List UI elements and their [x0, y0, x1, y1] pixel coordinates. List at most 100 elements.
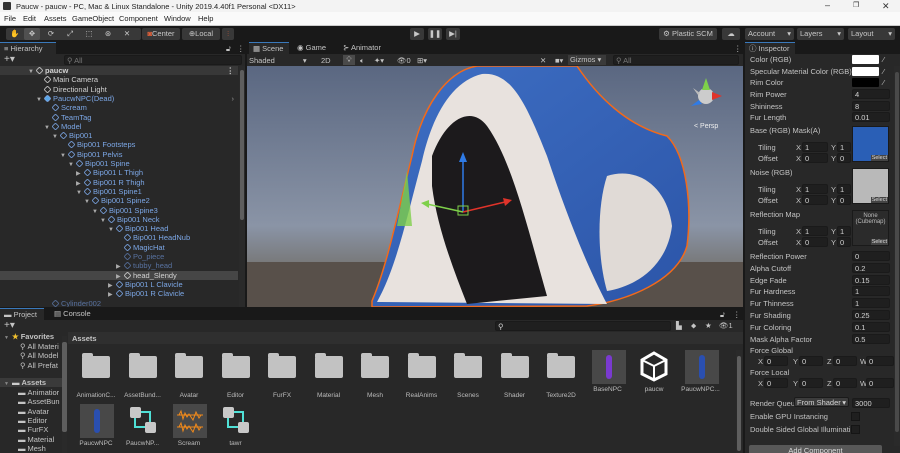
force-local-y-field[interactable]: 0 — [799, 378, 823, 388]
asset-grid-scrollbar[interactable] — [736, 350, 742, 453]
asset-item[interactable]: Scenes — [445, 350, 491, 399]
asset-item[interactable]: Mesh — [352, 350, 398, 399]
hierarchy-item[interactable]: ▼ PaucwNPC(Dead) › — [0, 94, 238, 103]
favorite-item[interactable]: ⚲ All Prefat — [0, 361, 62, 370]
hand-tool-icon[interactable]: ✋ — [8, 28, 22, 40]
value-field[interactable]: 0.01 — [852, 112, 890, 123]
play-button[interactable]: ▶ — [410, 28, 424, 40]
force-local-z-field[interactable]: 0 — [833, 378, 857, 388]
asset-folder-item[interactable]: ▬ Editor — [0, 416, 62, 425]
hierarchy-item[interactable]: ▶ tubby_head — [0, 261, 238, 270]
base-texture-thumbnail[interactable]: Select — [852, 126, 889, 162]
offset-x-field[interactable]: 0 — [802, 153, 828, 163]
tiling-y-field[interactable]: 1 — [837, 142, 851, 152]
create-button[interactable]: +▾ — [4, 54, 15, 65]
tiling-y-field[interactable]: 1 — [837, 184, 851, 194]
hierarchy-item[interactable]: Main Camera — [0, 75, 238, 84]
offset-x-field[interactable]: 0 — [802, 237, 828, 247]
favorite-item[interactable]: ⚲ All Materi — [0, 342, 62, 351]
effects-toggle-icon[interactable]: ✦▾ — [374, 56, 384, 65]
asset-folder-item[interactable]: ▬ Avatar — [0, 407, 62, 416]
asset-item[interactable]: PaucwNPC — [73, 404, 119, 447]
value-field[interactable]: 0.15 — [852, 274, 890, 285]
hidden-packages-toggle[interactable]: 👁︎1 — [719, 321, 733, 330]
offset-y-field[interactable]: 0 — [837, 153, 851, 163]
step-button[interactable]: ▶| — [446, 28, 460, 40]
force-local-w-field[interactable]: 0 — [866, 378, 894, 388]
favorite-star-icon[interactable]: ★ — [705, 321, 712, 330]
layout-dropdown[interactable]: Layout ▾ — [848, 28, 895, 40]
hierarchy-item[interactable]: ▶ Bip001 R Thigh — [0, 178, 238, 187]
scene-viewport[interactable]: < Persp — [247, 66, 743, 307]
value-field[interactable]: 4 — [852, 89, 890, 99]
double-sided-gi-checkbox[interactable] — [851, 425, 860, 434]
assets-root[interactable]: ▼ ▬ Assets — [0, 378, 62, 387]
hierarchy-item[interactable]: ▼ Bip001 Spine — [0, 159, 238, 168]
custom-tool-icon[interactable]: ✕ — [120, 28, 134, 40]
hierarchy-item[interactable]: ▼ Bip001 Spine2 — [0, 196, 238, 205]
pause-button[interactable]: ❚❚ — [428, 28, 442, 40]
menu-window[interactable]: Window — [164, 14, 191, 23]
asset-item[interactable]: Scream — [166, 404, 212, 447]
tab-hierarchy[interactable]: ≡ Hierarchy — [0, 42, 56, 54]
asset-item[interactable]: AnimationC... — [73, 350, 119, 399]
asset-item[interactable]: Material — [306, 350, 352, 399]
add-component-button[interactable]: Add Component — [749, 445, 882, 453]
asset-item[interactable]: paucw — [631, 350, 677, 393]
asset-item[interactable]: Editor — [213, 350, 259, 399]
lock-icon[interactable]: 🔓︎ — [226, 44, 231, 54]
asset-folder-item[interactable]: ▬ Material — [0, 435, 62, 444]
hierarchy-item[interactable]: Scream — [0, 103, 238, 112]
open-prefab-chevron-icon[interactable]: › — [232, 94, 235, 103]
hierarchy-item[interactable]: ▶ head_Slendy — [0, 270, 238, 280]
asset-item[interactable]: RealAnims — [399, 350, 445, 399]
select-button[interactable]: Select — [870, 155, 888, 161]
2d-toggle[interactable]: 2D — [321, 56, 331, 65]
offset-y-field[interactable]: 0 — [837, 195, 851, 205]
hierarchy-item[interactable]: ▶ Bip001 L Clavicle — [0, 280, 238, 289]
select-button[interactable]: Select — [870, 239, 888, 245]
hierarchy-item[interactable]: Po_piece — [0, 252, 238, 261]
filter-label-icon[interactable]: ⬥ — [691, 321, 696, 331]
asset-folder-item[interactable]: ▬ Animatior — [0, 388, 62, 397]
noise-texture-thumbnail[interactable]: Select — [852, 168, 889, 204]
hidden-objects-toggle[interactable]: 👁︎0 — [397, 56, 411, 65]
tools-icon[interactable]: ✕ — [540, 56, 546, 65]
force-global-z-field[interactable]: 0 — [833, 356, 857, 366]
force-local-x-field[interactable]: 0 — [764, 378, 788, 388]
value-field[interactable]: 8 — [852, 100, 890, 111]
hierarchy-item[interactable]: Bip001 Footsteps — [0, 140, 238, 149]
value-field[interactable]: 0.2 — [852, 262, 890, 273]
cubemap-slot[interactable]: None (Cubemap) Select — [852, 210, 889, 246]
scale-tool-icon[interactable]: ⤢ — [63, 28, 77, 40]
eyedropper-icon[interactable]: ⁄ — [883, 67, 884, 76]
gpu-instancing-checkbox[interactable] — [851, 412, 860, 421]
pivot-local-button[interactable]: ⊕Local — [182, 28, 220, 40]
hierarchy-item[interactable]: ▼ Bip001 — [0, 131, 238, 140]
lighting-toggle-icon[interactable]: 💡︎ — [343, 55, 355, 65]
shading-mode-dropdown[interactable]: Shaded ▾ — [249, 56, 307, 65]
color-swatch[interactable] — [852, 78, 879, 88]
select-button[interactable]: Select — [870, 197, 888, 203]
tiling-x-field[interactable]: 1 — [802, 184, 828, 194]
hierarchy-item[interactable]: ▶ Bip001 R Clavicle — [0, 289, 238, 298]
hierarchy-item[interactable]: MagicHat — [0, 243, 238, 252]
tab-animator[interactable]: ⊱ Animator — [339, 42, 385, 54]
menu-gameobject[interactable]: GameObject — [72, 14, 114, 23]
menu-help[interactable]: Help — [198, 14, 213, 23]
tab-console[interactable]: ▤ Console — [50, 308, 95, 320]
hierarchy-item[interactable]: ▼ Bip001 Spine1 — [0, 187, 238, 196]
hierarchy-item[interactable]: Bip001 HeadNub — [0, 233, 238, 242]
minimize-button[interactable]: – — [825, 0, 830, 10]
offset-x-field[interactable]: 0 — [802, 195, 828, 205]
scene-search-input[interactable]: ⚲ All — [613, 55, 739, 65]
asset-folder-item[interactable]: ▬ Mesh — [0, 444, 62, 453]
force-global-w-field[interactable]: 0 — [866, 356, 894, 366]
value-field[interactable]: 1 — [852, 298, 890, 309]
hierarchy-item[interactable]: ▼ Bip001 Neck — [0, 215, 238, 224]
asset-item[interactable]: AssetBund... — [120, 350, 166, 399]
value-field[interactable]: 0 — [852, 251, 890, 261]
asset-item[interactable]: Avatar — [166, 350, 212, 399]
layers-dropdown[interactable]: Layers ▾ — [797, 28, 844, 40]
hierarchy-item[interactable]: ▼ Bip001 Head — [0, 224, 238, 233]
